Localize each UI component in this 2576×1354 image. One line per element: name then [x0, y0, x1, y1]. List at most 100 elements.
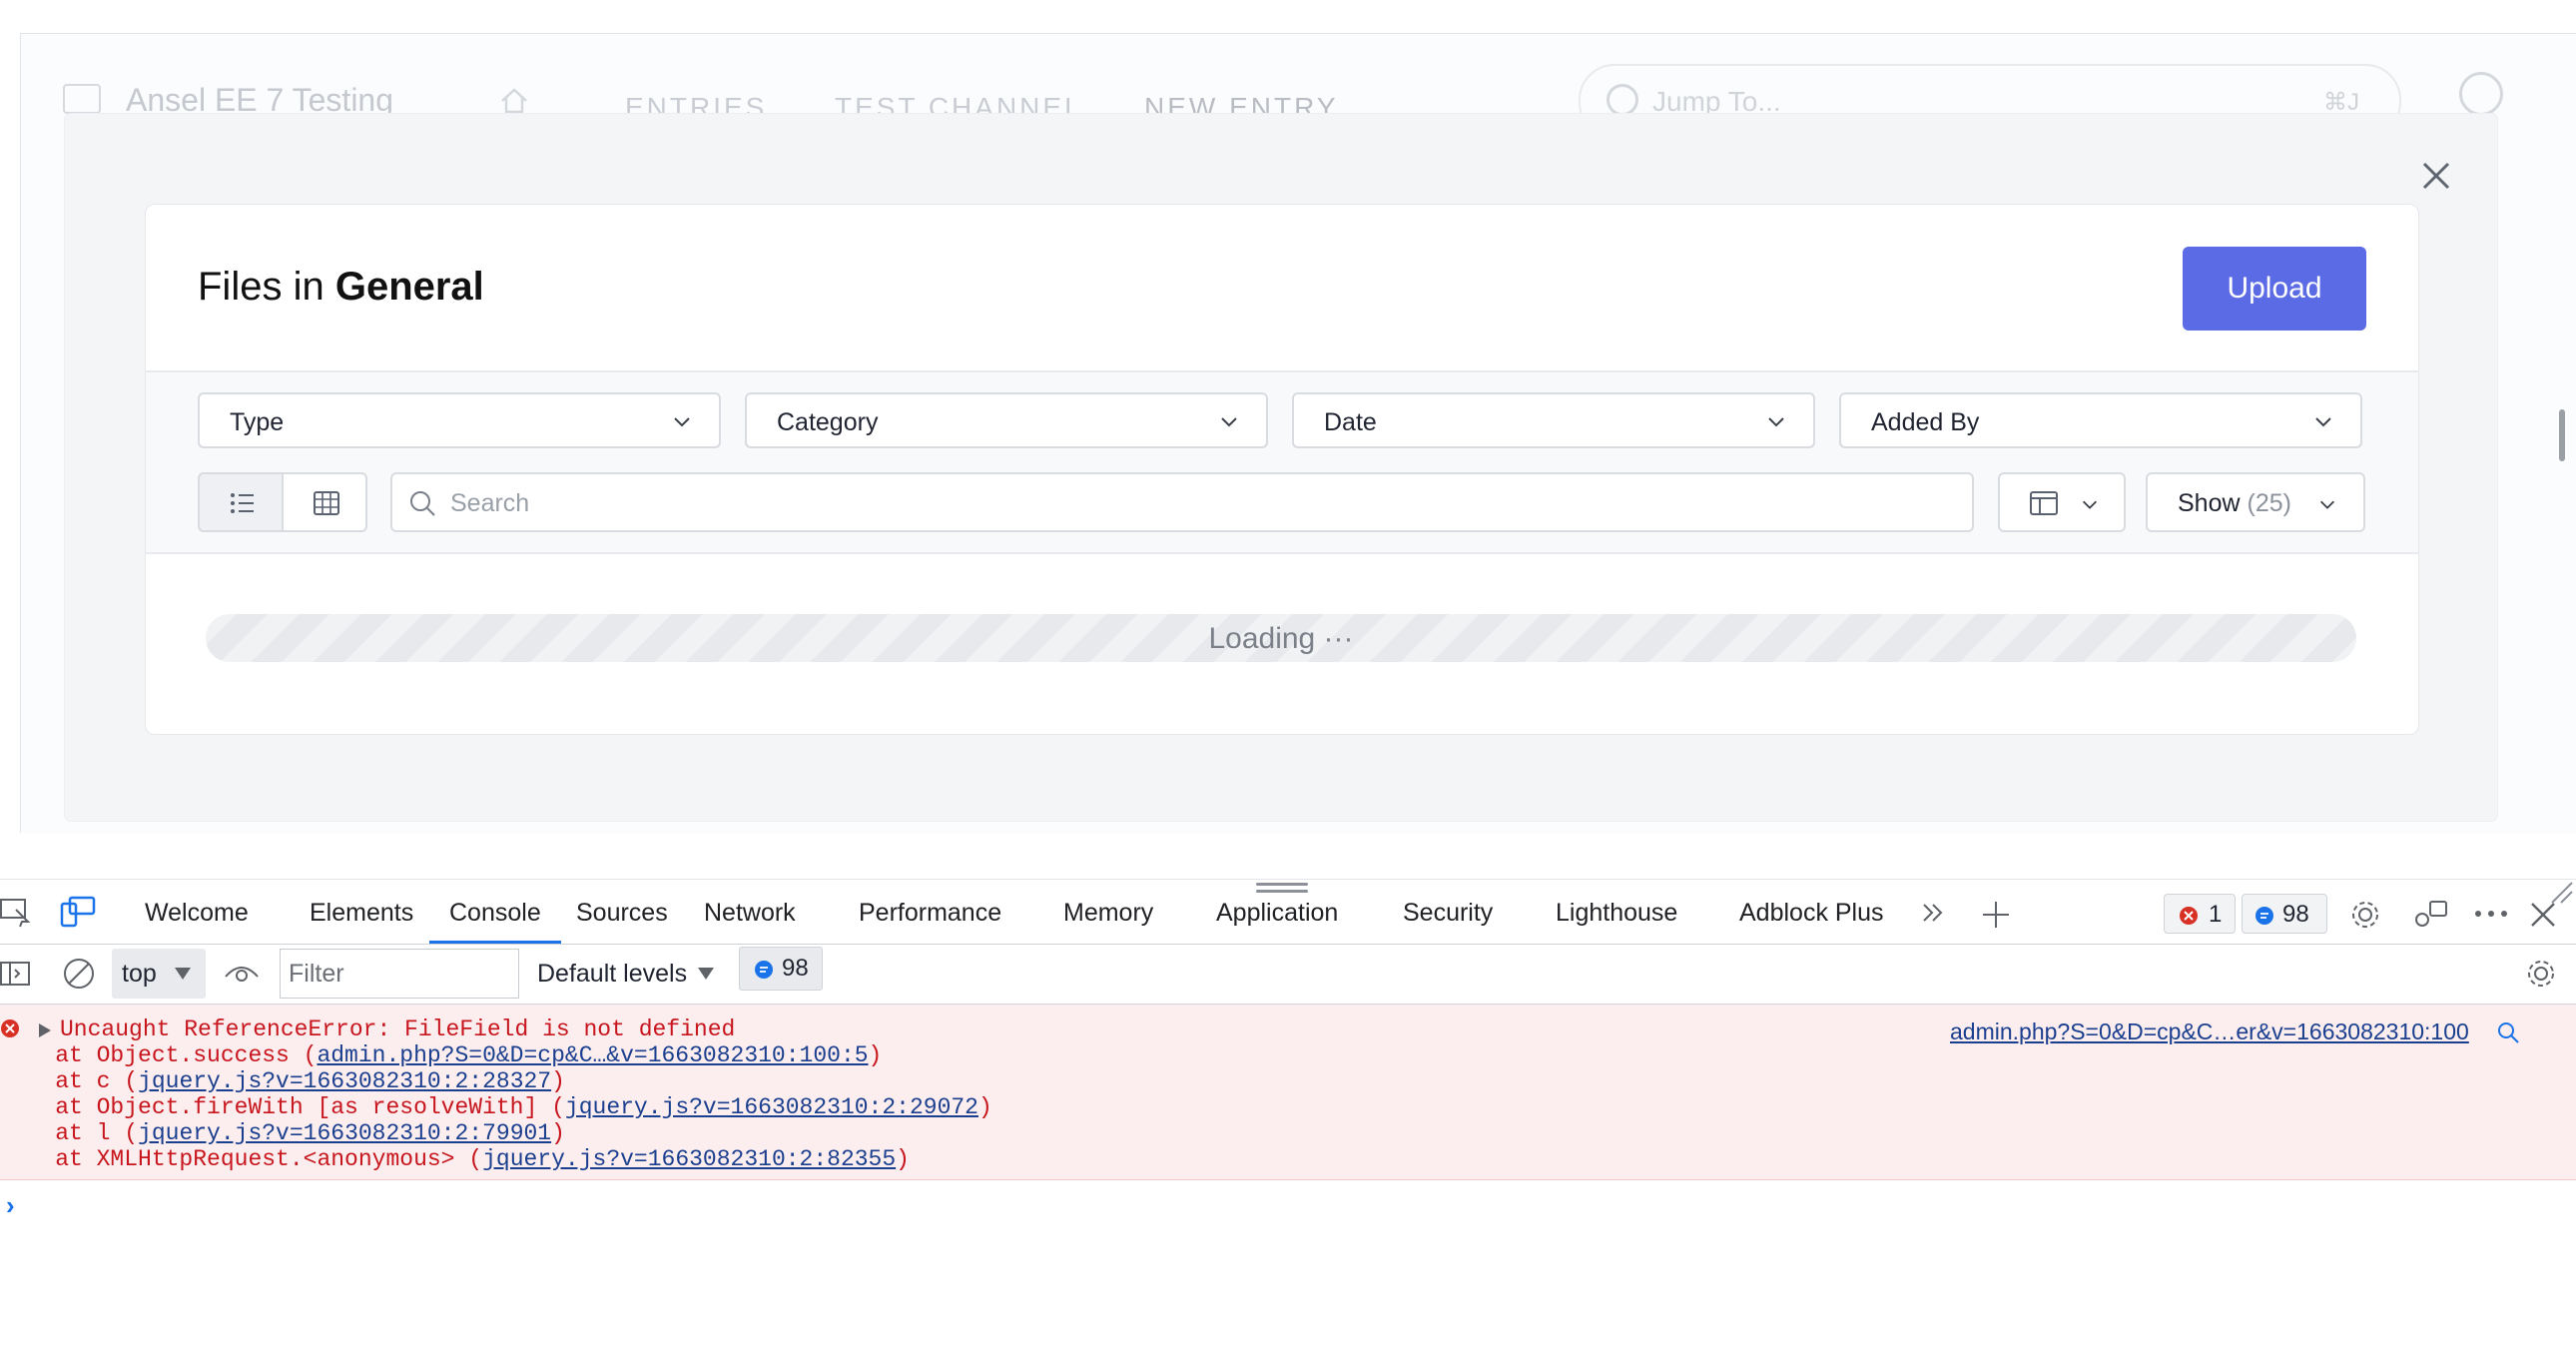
triangle-down-icon: [175, 968, 191, 980]
sidebar-toggle-icon[interactable]: [0, 961, 32, 987]
list-view-button[interactable]: [198, 472, 284, 532]
error-source-link[interactable]: admin.php?S=0&D=cp&C…er&v=1663082310:100: [1950, 1018, 2469, 1045]
title-prefix: Files in: [198, 265, 324, 309]
search-icon: [1607, 84, 1638, 116]
stack-frame-link[interactable]: admin.php?S=0&D=cp&C…&v=1663082310:100:5: [317, 1042, 868, 1068]
category-filter[interactable]: Category: [745, 392, 1268, 448]
stack-frame-text: ): [551, 1120, 565, 1146]
log-levels-select[interactable]: Default levels: [537, 949, 717, 999]
stack-frame-link[interactable]: jquery.js?v=1663082310:2:79901: [138, 1120, 551, 1146]
issues-badge[interactable]: 98: [739, 947, 823, 991]
stack-frame-text: ): [896, 1146, 910, 1172]
customize-icon[interactable]: [2412, 898, 2448, 932]
devtools-tabbar: Welcome Elements Console Sources Network…: [0, 879, 2576, 945]
tab-application[interactable]: Application: [1216, 880, 1338, 944]
sidebar-toggle-icon: [63, 84, 101, 114]
search-box: [390, 472, 1974, 532]
divider: [146, 552, 2418, 554]
grid-view-icon: [314, 491, 339, 515]
context-selector[interactable]: top: [112, 949, 206, 999]
log-levels-value: Default levels: [537, 960, 688, 988]
type-filter[interactable]: Type: [198, 392, 721, 448]
tab-memory[interactable]: Memory: [1063, 880, 1153, 944]
tab-elements[interactable]: Elements: [310, 880, 413, 944]
date-filter-label: Date: [1324, 408, 1377, 436]
message-count: 98: [2282, 901, 2309, 928]
show-label: Show (25): [2178, 489, 2291, 518]
gear-icon[interactable]: [2524, 957, 2558, 991]
date-filter[interactable]: Date: [1292, 392, 1815, 448]
error-text: Uncaught ReferenceError: FileField is no…: [60, 1016, 736, 1042]
page-title: Files in General: [198, 265, 484, 310]
stack-frame: at c (jquery.js?v=1663082310:2:28327): [0, 1068, 565, 1094]
stack-frame-text: at XMLHttpRequest.<anonymous> (: [0, 1146, 483, 1172]
category-filter-label: Category: [777, 408, 879, 436]
stack-frame-text: at Object.success (: [0, 1042, 318, 1068]
upload-button[interactable]: Upload: [2183, 247, 2366, 331]
show-count: (25): [2247, 489, 2291, 517]
stack-frame-link[interactable]: jquery.js?v=1663082310:2:29072: [565, 1094, 978, 1120]
tab-welcome[interactable]: Welcome: [145, 880, 249, 944]
more-options-icon[interactable]: [2474, 910, 2508, 918]
console-error-message: Uncaught ReferenceError: FileField is no…: [0, 1005, 2576, 1180]
title-directory: General: [334, 265, 484, 309]
stack-frame-text: ): [868, 1042, 883, 1068]
stack-frame-link[interactable]: jquery.js?v=1663082310:2:28327: [138, 1068, 551, 1094]
add-tab-icon[interactable]: [1981, 900, 2011, 930]
message-count-badge[interactable]: 98: [2242, 894, 2327, 934]
error-icon: [2180, 907, 2198, 925]
tab-adblock-plus[interactable]: Adblock Plus: [1739, 880, 1884, 944]
browser-viewport: Ansel EE 7 Testing ENTRIES TEST CHANNEL …: [0, 0, 2576, 879]
search-icon: [410, 491, 435, 516]
devtools-panel: Welcome Elements Console Sources Network…: [0, 879, 2576, 1354]
tab-performance[interactable]: Performance: [859, 880, 1001, 944]
search-input[interactable]: [448, 484, 1950, 522]
device-emulation-icon[interactable]: [60, 896, 96, 928]
loading-text: Loading ···: [1208, 622, 1354, 655]
error-icon: [1, 1019, 19, 1037]
error-count-badge[interactable]: 1: [2164, 894, 2236, 934]
stack-frame-text: ): [977, 1094, 992, 1120]
more-tabs-icon[interactable]: [1921, 902, 1945, 924]
chevron-down-icon: [2319, 500, 2335, 509]
console-prompt[interactable]: ›: [6, 1190, 15, 1221]
close-icon[interactable]: [2414, 154, 2458, 198]
type-filter-label: Type: [230, 408, 285, 436]
grid-view-button[interactable]: [282, 472, 367, 532]
scrollbar[interactable]: [2559, 409, 2565, 461]
columns-button[interactable]: [1998, 472, 2126, 532]
stack-frame-text: at c (: [0, 1068, 139, 1094]
search-icon[interactable]: [2496, 1020, 2520, 1044]
avatar: [2459, 72, 2503, 116]
list-view-icon: [231, 493, 254, 513]
error-count: 1: [2209, 901, 2223, 928]
message-icon: [755, 961, 773, 979]
console-filter-input[interactable]: [280, 949, 519, 999]
tab-network[interactable]: Network: [704, 880, 796, 944]
show-text: Show: [2178, 489, 2241, 517]
added-by-filter-label: Added By: [1871, 408, 1980, 436]
added-by-filter[interactable]: Added By: [1839, 392, 2362, 448]
tab-console[interactable]: Console: [429, 880, 561, 944]
chevron-down-icon: [674, 417, 690, 427]
message-icon: [2255, 907, 2273, 925]
show-per-page-button[interactable]: Show (25): [2146, 472, 2365, 532]
live-expression-eye-icon[interactable]: [224, 961, 260, 987]
jump-shortcut: ⌘J: [2323, 89, 2359, 116]
clear-console-icon[interactable]: [62, 957, 96, 991]
tab-security[interactable]: Security: [1403, 880, 1493, 944]
stack-frame-text: ): [551, 1068, 565, 1094]
chevron-down-icon: [1221, 417, 1237, 427]
expand-triangle-icon[interactable]: [38, 1022, 52, 1038]
stack-frame-text: at l (: [0, 1120, 139, 1146]
close-devtools-icon[interactable]: [2528, 900, 2558, 930]
chevron-down-icon: [2082, 500, 2098, 509]
tab-sources[interactable]: Sources: [576, 880, 668, 944]
gear-icon[interactable]: [2348, 898, 2382, 932]
inspect-element-icon[interactable]: [0, 898, 32, 928]
stack-frame-link[interactable]: jquery.js?v=1663082310:2:82355: [482, 1146, 896, 1172]
tab-lighthouse[interactable]: Lighthouse: [1556, 880, 1677, 944]
loading-bar: Loading ···: [206, 614, 2356, 662]
stack-frame: at XMLHttpRequest.<anonymous> (jquery.js…: [0, 1146, 910, 1172]
stack-frame-text: at Object.fireWith [as resolveWith] (: [0, 1094, 565, 1120]
